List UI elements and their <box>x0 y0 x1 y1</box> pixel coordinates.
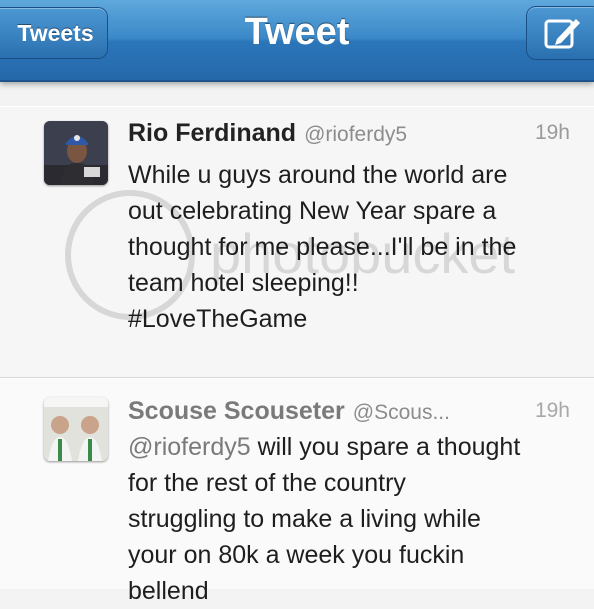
navigation-bar: Tweets Tweet <box>0 0 594 82</box>
user-handle[interactable]: @rioferdy5 <box>304 123 407 146</box>
tweet-line: While u guys around the world are <box>128 161 508 189</box>
user-name[interactable]: Scouse Scouseter <box>128 397 345 425</box>
tweet-line: your on 80k a week you fuckin <box>128 541 465 569</box>
tweet-text: While u guys around the world are out ce… <box>128 157 578 337</box>
tweet-line: @rioferdy5 will you spare a thought <box>128 429 578 465</box>
mention-link[interactable]: @rioferdy5 <box>128 433 251 461</box>
tweet-line: out celebrating New Year spare a <box>128 197 497 225</box>
tweet-line: for the rest of the country <box>128 469 406 497</box>
tweet-line: team hotel sleeping!! <box>128 269 359 297</box>
avatar[interactable] <box>44 397 108 461</box>
compose-button[interactable] <box>526 6 594 60</box>
user-name[interactable]: Rio Ferdinand <box>128 119 296 147</box>
tweet-line: bellend <box>128 577 209 605</box>
page-title: Tweet <box>244 11 350 53</box>
avatar[interactable] <box>44 121 108 185</box>
user-handle[interactable]: @Scous... <box>353 401 450 424</box>
tweet-item[interactable]: Scouse Scouseter @Scous... 19h @rioferdy5… <box>0 378 594 605</box>
tweet-timestamp: 19h <box>534 121 570 144</box>
tweet-line-text: will you spare a thought <box>250 433 521 461</box>
hashtag-link[interactable]: #LoveTheGame <box>128 301 578 337</box>
tweet-header: Rio Ferdinand @rioferdy5 19h <box>128 119 570 153</box>
tweet-header: Scouse Scouseter @Scous... 19h <box>128 397 570 431</box>
compose-icon <box>544 19 580 49</box>
tweet-line: struggling to make a living while <box>128 505 481 533</box>
tweet-list: Rio Ferdinand @rioferdy5 19h While u guys… <box>0 82 594 605</box>
tweet-line: thought for me please...I'll be in the <box>128 233 517 261</box>
tweet-item[interactable]: Rio Ferdinand @rioferdy5 19h While u guys… <box>0 106 594 378</box>
tweet-timestamp: 19h <box>534 399 570 422</box>
tweet-text: @rioferdy5 will you spare a thought for … <box>128 429 578 609</box>
